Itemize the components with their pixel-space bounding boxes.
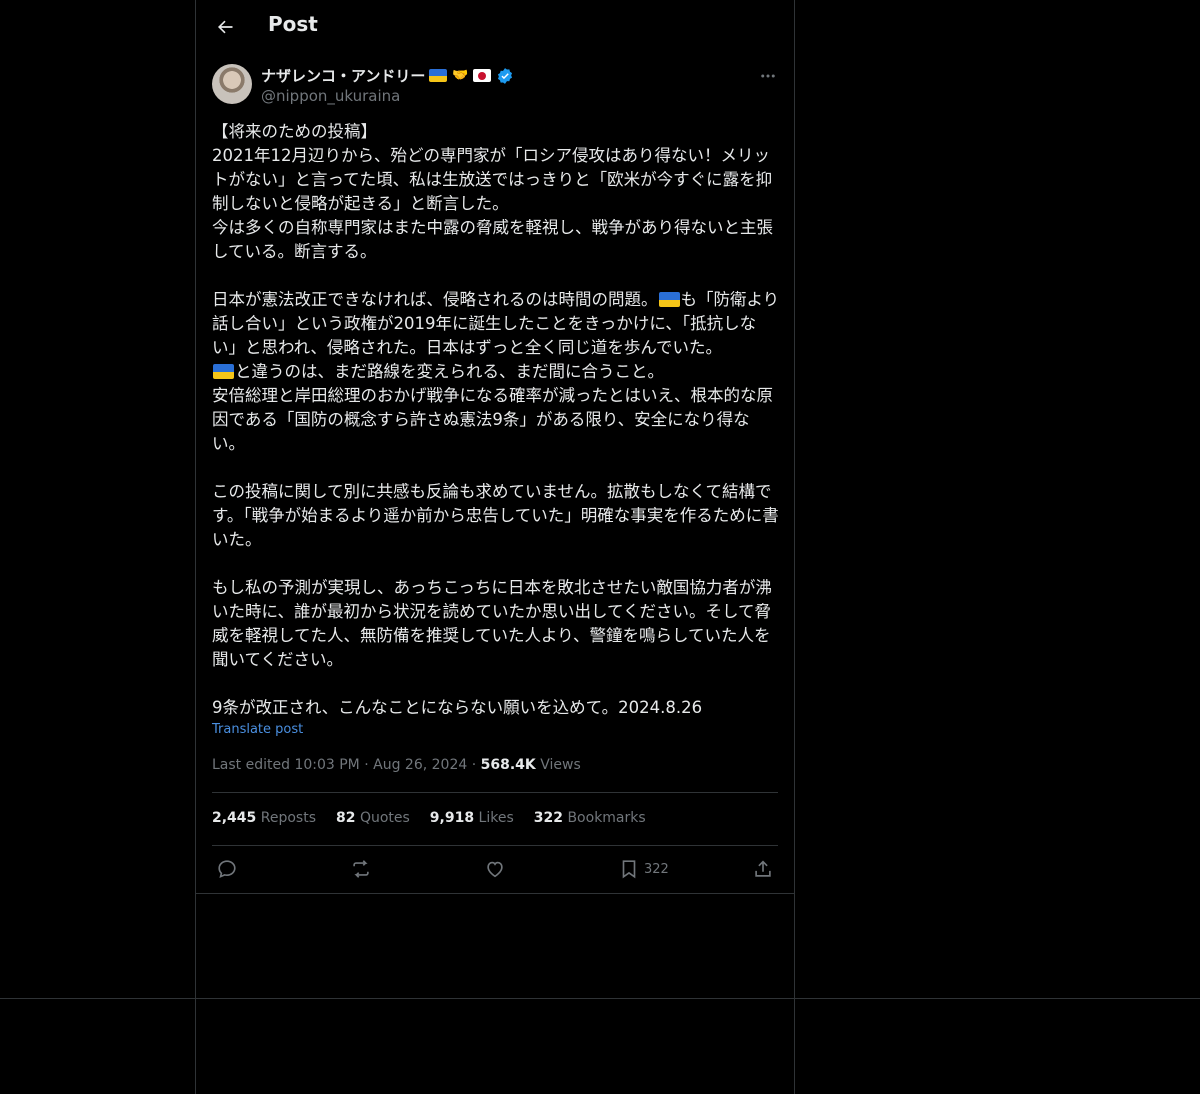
avatar[interactable] [212, 64, 252, 104]
reposts-stat[interactable]: 2,445 Reposts [212, 810, 316, 826]
bookmarks-stat[interactable]: 322 Bookmarks [534, 810, 646, 826]
heart-icon [487, 861, 503, 878]
repost-icon [353, 860, 369, 878]
translate-post-link[interactable]: Translate post [212, 722, 303, 737]
author-name[interactable]: ナザレンコ・アンドリー [261, 65, 425, 86]
arrow-left-icon [218, 20, 233, 34]
page-title: Post [268, 12, 318, 36]
page: Post ナザレンコ・アンドリー 🤝 @nippon_ukuraina 【将来の… [0, 0, 1200, 1094]
share-button[interactable] [752, 857, 774, 881]
edited-time[interactable]: Last edited 10:03 PM [212, 757, 360, 773]
repost-button[interactable] [350, 857, 372, 881]
post-header: Post [196, 0, 794, 53]
post-line: 安倍総理と岸田総理のおかげ戦争になる確率が減ったとはいえ、根本的な原因である「国… [212, 386, 773, 453]
quotes-stat[interactable]: 82 Quotes [336, 810, 410, 826]
post-line: 2021年12月辺りから、殆どの専門家が「ロシア侵攻はあり得ない！メリットがない… [212, 146, 773, 213]
share-icon [755, 860, 771, 877]
handshake-icon: 🤝 [452, 67, 469, 83]
post-line: もし私の予測が実現し、あっちこっちに日本を敗北させたい敵国協力者が沸いた時に、誰… [212, 578, 772, 669]
ukraine-flag-icon [429, 69, 447, 82]
post-line: 9条が改正され、こんなことにならない願いを込めて。2024.8.26 [212, 698, 703, 717]
post-meta: Last edited 10:03 PM · Aug 26, 2024 · 56… [212, 757, 581, 773]
like-button[interactable] [484, 857, 506, 881]
post-line: 日本が憲法改正できなければ、侵略されるのは時間の問題。 も「防衛より話し合い」とい… [212, 290, 780, 357]
ukraine-flag-icon [213, 364, 234, 379]
reply-button[interactable] [216, 857, 238, 881]
action-bar: 322 [196, 852, 794, 888]
bookmark-icon [622, 860, 636, 879]
ukraine-flag-icon [659, 292, 680, 307]
post-text: 【将来のための投稿】 2021年12月辺りから、殆どの専門家が「ロシア侵攻はあり… [212, 120, 780, 720]
more-button[interactable] [756, 64, 780, 88]
author-handle[interactable]: @nippon_ukuraina [261, 87, 400, 105]
post-line: 今は多くの自称専門家はまた中露の脅威を軽視し、戦争があり得ないと主張している。断… [212, 218, 773, 261]
bookmark-count: 322 [644, 861, 669, 877]
back-button[interactable] [208, 10, 242, 44]
post-line: と違うのは、まだ路線を変えられる、まだ間に合うこと。 [212, 360, 780, 384]
divider [196, 893, 794, 894]
bookmark-button[interactable]: 322 [618, 857, 669, 881]
author-name-row[interactable]: ナザレンコ・アンドリー 🤝 [261, 65, 514, 86]
views-count: 568.4K [480, 757, 536, 773]
verified-badge-icon [498, 67, 513, 84]
post-column: Post ナザレンコ・アンドリー 🤝 @nippon_ukuraina 【将来の… [195, 0, 795, 1094]
post-date[interactable]: Aug 26, 2024 [373, 757, 467, 773]
likes-stat[interactable]: 9,918 Likes [430, 810, 514, 826]
reply-icon [218, 860, 236, 879]
post-stats: 2,445 Reposts 82 Quotes 9,918 Likes 322 … [212, 810, 646, 826]
japan-flag-icon [473, 69, 492, 82]
divider [212, 792, 778, 793]
more-horizontal-icon [761, 74, 775, 78]
divider [212, 845, 778, 846]
post-line: この投稿に関して別に共感も反論も求めていません。拡散もしなくて結構です。「戦争が… [212, 482, 779, 549]
views-label: Views [540, 757, 581, 773]
post-line: 【将来のための投稿】 [212, 122, 377, 141]
